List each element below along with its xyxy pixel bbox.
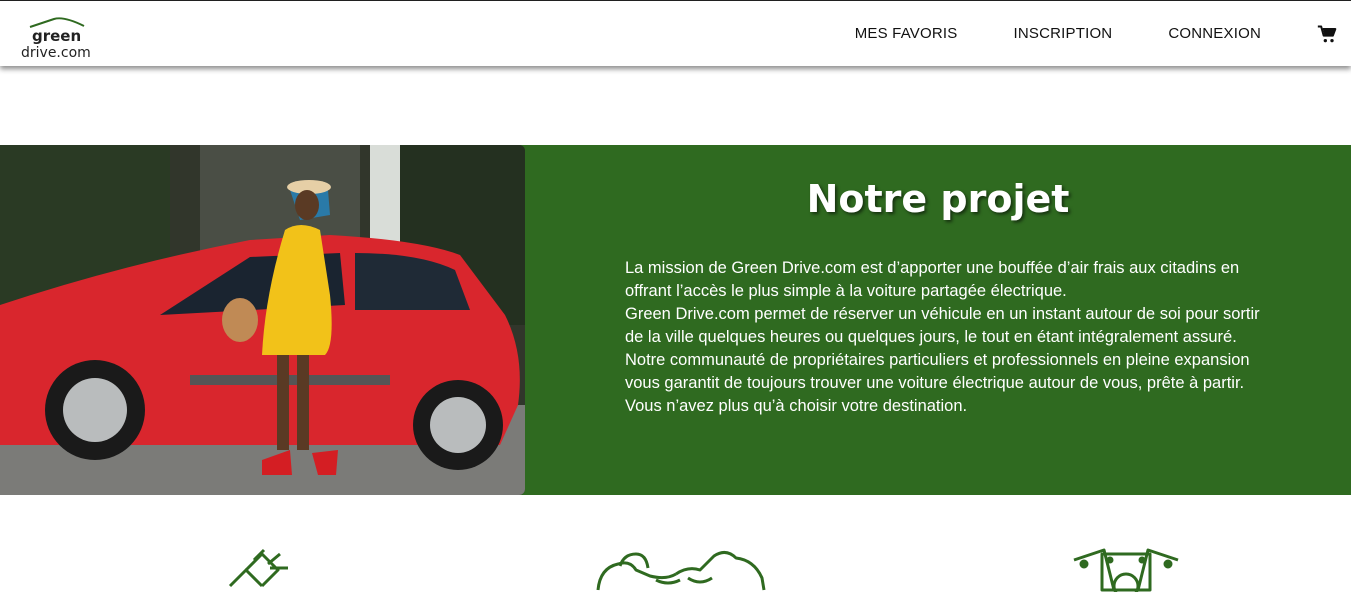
nav-login-link[interactable]: CONNEXION (1168, 25, 1261, 42)
nav-favorites-link[interactable]: MES FAVORIS (855, 25, 958, 42)
roof-icon (29, 17, 85, 28)
section-description: La mission de Green Drive.com est d’appo… (625, 257, 1265, 418)
section-title: Notre projet (806, 177, 1070, 221)
features-section (0, 540, 1351, 592)
site-header: green drive.com MES FAVORIS INSCRIPTION … (0, 1, 1351, 66)
project-section: Notre projet La mission de Green Drive.c… (0, 145, 1351, 495)
description-paragraph: Green Drive.com permet de réserver un vé… (625, 305, 1260, 346)
logo-text-drive: drive.com (21, 45, 91, 61)
plug-icon (228, 548, 288, 588)
shopping-cart-icon[interactable] (1317, 24, 1337, 44)
handshake-icon (596, 551, 766, 591)
description-paragraph: Notre communauté de propriétaires partic… (625, 351, 1250, 415)
description-paragraph: La mission de Green Drive.com est d’appo… (625, 259, 1240, 300)
money-icon (1073, 548, 1179, 592)
site-logo[interactable]: green drive.com (20, 11, 100, 63)
nav-signup-link[interactable]: INSCRIPTION (1013, 25, 1112, 42)
main-nav: MES FAVORIS INSCRIPTION CONNEXION (855, 1, 1351, 66)
logo-text-green: green (32, 27, 82, 45)
hero-photo (0, 145, 525, 495)
